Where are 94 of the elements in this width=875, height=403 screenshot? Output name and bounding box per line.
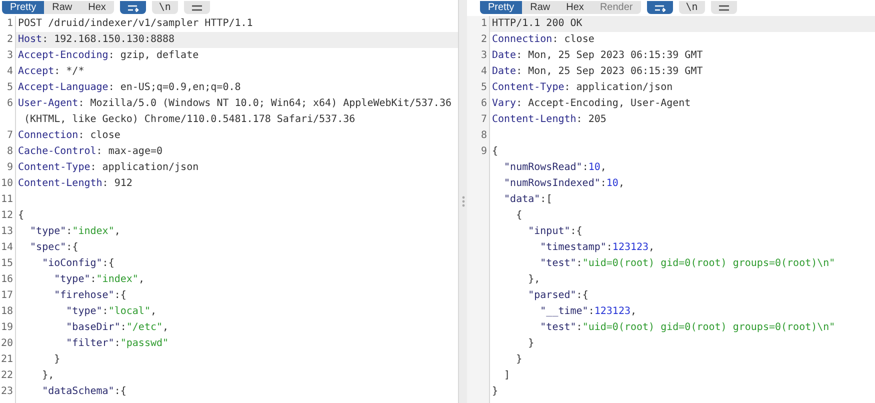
code-line: Content-Length: 205 [491, 113, 606, 127]
code-line: "firehose":{ [53, 289, 126, 303]
code-line: Accept-Language: en-US;q=0.9,en;q=0.8 [17, 81, 241, 95]
wrap-lines-button[interactable] [120, 1, 146, 14]
view-tab[interactable]: Raw [522, 1, 558, 14]
wrap-lines-icon [126, 4, 139, 12]
code-line: "test":"uid=0(root) gid=0(root) groups=0(root)\n" [539, 257, 836, 271]
code-line: } [53, 353, 60, 367]
code-line: "dataSchema":{ [41, 385, 126, 399]
resize-handle-icon[interactable] [462, 196, 464, 207]
code-line: Date: Mon, 25 Sep 2023 06:15:39 GMT [491, 49, 703, 63]
newline-toggle-button[interactable]: \n [152, 1, 178, 14]
code-line: "filter":"passwd" [65, 337, 169, 351]
code-line: "test":"uid=0(root) gid=0(root) groups=0(root)\n" [539, 321, 836, 335]
menu-icon [718, 4, 730, 12]
line-number: 19 [0, 321, 13, 335]
line-number: 7 [480, 113, 487, 127]
line-number: 17 [0, 289, 13, 303]
line-number: 2 [480, 33, 487, 47]
code-line: }, [41, 369, 54, 383]
code-line: } [527, 337, 534, 351]
line-number: 21 [0, 353, 13, 367]
code-line: HTTP/1.1 200 OK [491, 17, 582, 31]
code-line: Connection: close [17, 129, 120, 143]
line-number: 1 [6, 17, 13, 31]
line-number: 6 [480, 97, 487, 111]
code-line: ] [503, 369, 510, 383]
code-line: "input":{ [527, 225, 582, 239]
view-tab[interactable]: Pretty [480, 1, 522, 14]
line-number: 18 [0, 305, 13, 319]
code-line: "timestamp":123123, [539, 241, 655, 255]
line-number: 3 [6, 49, 13, 63]
line-number: 3 [480, 49, 487, 63]
line-number: 8 [480, 129, 487, 143]
code-line: } [491, 385, 498, 399]
wrap-lines-icon [654, 4, 666, 12]
code-line: Date: Mon, 25 Sep 2023 06:15:39 GMT [491, 65, 703, 79]
line-number: 4 [6, 65, 13, 79]
line-number: 20 [0, 337, 13, 351]
code-line: "spec":{ [29, 241, 78, 255]
line-number: 12 [0, 209, 13, 223]
code-line: { [515, 209, 522, 223]
code-line: "parsed":{ [527, 289, 588, 303]
line-number: 16 [0, 273, 13, 287]
line-number: 2 [6, 33, 13, 47]
line-number: 15 [0, 257, 13, 271]
line-number: 9 [6, 161, 13, 175]
code-line: Cache-Control: max-age=0 [17, 145, 163, 159]
code-line: "baseDir":"/etc", [65, 321, 169, 335]
view-tab[interactable]: Hex [558, 1, 592, 14]
view-tab[interactable]: Hex [80, 1, 114, 14]
code-line: "type":"local", [65, 305, 157, 319]
line-number: 5 [6, 81, 13, 95]
code-line: "ioConfig":{ [41, 257, 114, 271]
line-number: 1 [480, 17, 487, 31]
code-line: "numRowsRead":10, [503, 161, 606, 175]
line-number: 23 [0, 385, 13, 399]
code-line: Accept-Encoding: gzip, deflate [17, 49, 199, 63]
code-line: "type":"index", [53, 273, 144, 287]
code-line: "type":"index", [29, 225, 120, 239]
code-line: Content-Type: application/json [17, 161, 199, 175]
line-number: 13 [0, 225, 13, 239]
line-number: 8 [6, 145, 13, 159]
code-line: "__time":123123, [539, 305, 637, 319]
line-number: 11 [0, 193, 13, 207]
code-line: Accept: */* [17, 65, 84, 79]
view-tab[interactable]: Pretty [2, 1, 44, 14]
menu-button[interactable] [184, 1, 210, 14]
line-number: 5 [480, 81, 487, 95]
code-line: }, [527, 273, 540, 287]
code-line: "data":[ [503, 193, 552, 207]
code-line: "numRowsIndexed":10, [503, 177, 624, 191]
code-line: Vary: Accept-Encoding, User-Agent [491, 97, 691, 111]
code-line: POST /druid/indexer/v1/sampler HTTP/1.1 [17, 17, 253, 31]
code-line: Connection: close [491, 33, 594, 47]
line-number: 22 [0, 369, 13, 383]
line-number: 14 [0, 241, 13, 255]
line-number: 10 [0, 177, 13, 191]
code-line: User-Agent: Mozilla/5.0 (Windows NT 10.0; Win64; x64) AppleWebKit/537.36 (KHTML, like Gecko) Chrome/110.0.5481.178 Safari/537.36 [17, 97, 452, 127]
line-number: 9 [480, 145, 487, 159]
code-line: Content-Type: application/json [491, 81, 673, 95]
view-tab[interactable]: Raw [44, 1, 80, 14]
line-number: 4 [480, 65, 487, 79]
code-line: { [17, 209, 24, 223]
code-line: Content-Length: 912 [17, 177, 132, 191]
code-line: } [515, 353, 522, 367]
menu-icon [190, 4, 203, 12]
wrap-lines-button[interactable] [646, 1, 673, 14]
newline-toggle-button[interactable]: \n [678, 1, 705, 14]
code-line: Host: 192.168.150.130:8888 [17, 33, 175, 47]
code-line: { [491, 145, 498, 159]
menu-button[interactable] [710, 1, 737, 14]
line-number: 7 [6, 129, 13, 143]
line-number: 6 [6, 97, 13, 111]
